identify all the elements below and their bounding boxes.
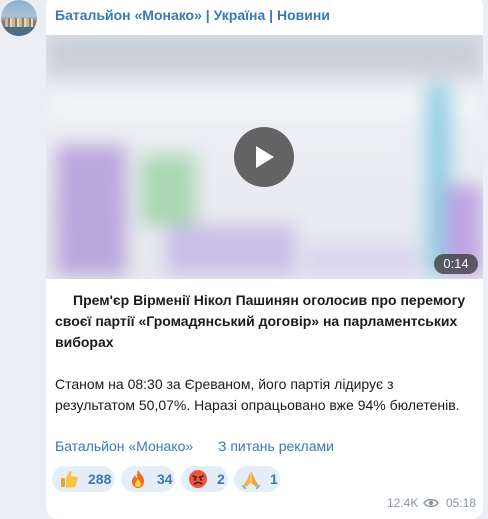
play-button[interactable] xyxy=(234,127,294,187)
message-body: Станом на 08:30 за Єреваном, його партія… xyxy=(55,376,460,413)
reaction-count: 2 xyxy=(217,471,225,487)
ads-contact-link[interactable]: З питань реклами xyxy=(218,438,334,454)
reaction-thumbs-up[interactable]: 288 xyxy=(52,466,115,492)
angry-face-icon xyxy=(189,470,207,488)
channel-link[interactable]: Батальйон «Монако» xyxy=(55,438,193,454)
message-headline: Прем'єр Вірменії Нікол Пашинян оголосив … xyxy=(55,290,475,353)
reaction-praying-hands[interactable]: 1 xyxy=(234,466,280,492)
reaction-fire[interactable]: 34 xyxy=(121,466,175,492)
praying-hands-icon xyxy=(242,471,260,489)
thumbs-up-icon xyxy=(61,470,78,488)
reaction-count: 288 xyxy=(88,471,112,487)
reaction-angry-face[interactable]: 2 xyxy=(181,466,228,492)
avatar-sea-image xyxy=(1,27,37,36)
message-headline-text: Прем'єр Вірменії Нікол Пашинян оголосив … xyxy=(55,292,466,350)
play-icon xyxy=(256,146,274,168)
reaction-count: 34 xyxy=(157,471,173,487)
post-time: 05:18 xyxy=(446,496,477,510)
channel-name[interactable]: Батальйон «Монако» | Україна | Новини xyxy=(55,7,330,23)
eye-icon xyxy=(423,498,439,508)
channel-avatar[interactable] xyxy=(1,0,37,36)
fire-icon xyxy=(132,470,144,488)
view-count: 12.4K xyxy=(387,496,419,510)
video-duration-badge: 0:14 xyxy=(434,254,478,274)
reaction-count: 1 xyxy=(270,471,278,487)
